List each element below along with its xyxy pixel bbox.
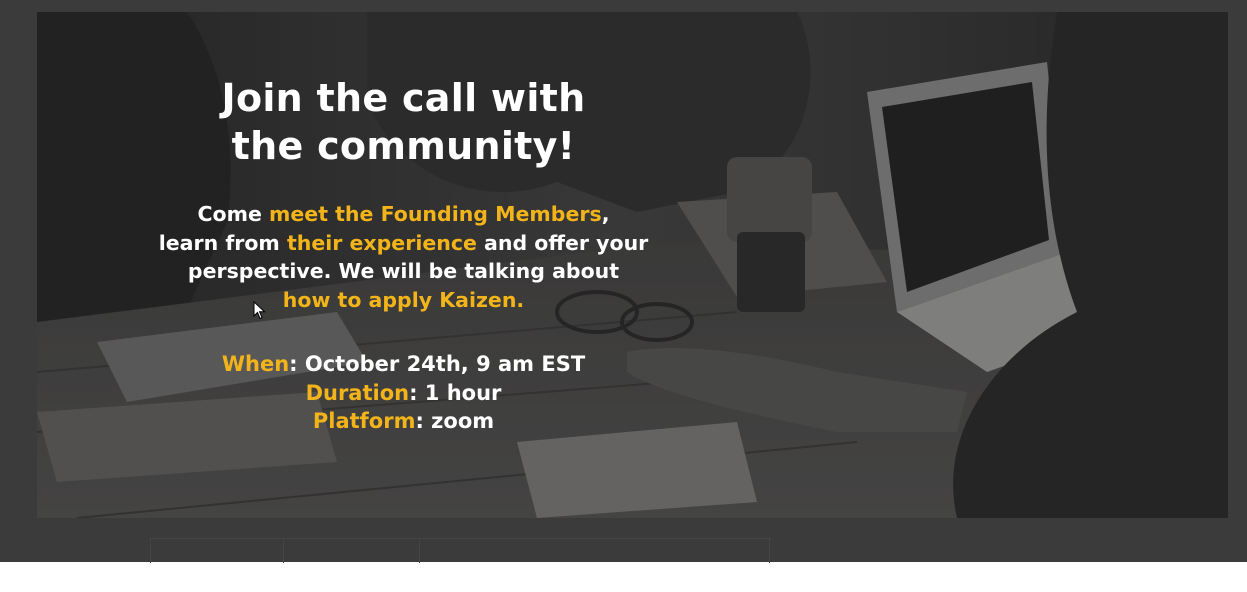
mouse-pointer-icon — [253, 301, 266, 320]
description-line-3: perspective. We will be talking about — [187, 259, 620, 283]
event-when-row: When: October 24th, 9 am EST — [127, 350, 680, 379]
event-duration-row: Duration: 1 hour — [127, 379, 680, 408]
faded-tab-strip — [150, 538, 771, 563]
platform-value: : zoom — [415, 409, 495, 433]
when-label: When — [221, 352, 290, 376]
when-value: : October 24th, 9 am EST — [289, 352, 586, 376]
highlight-kaizen: how to apply Kaizen. — [282, 287, 525, 312]
banner-description: Come meet the Founding Members, learn fr… — [127, 200, 680, 314]
event-platform-row: Platform: zoom — [127, 407, 680, 436]
description-text: and offer your — [476, 230, 649, 255]
banner-headline: Join the call with the community! — [127, 74, 680, 170]
description-text: Come — [197, 202, 270, 226]
highlight-their-experience: their experience — [286, 230, 477, 255]
community-call-banner: Join the call with the community! Come m… — [37, 12, 1228, 518]
description-line-2: learn from their experience and offer yo… — [127, 229, 680, 258]
description-line-1: Come meet the Founding Members, — [127, 200, 680, 229]
duration-value: : 1 hour — [409, 380, 502, 405]
banner-text-block: Join the call with the community! Come m… — [127, 74, 680, 436]
headline-line-1: Join the call with — [221, 76, 586, 120]
platform-label: Platform — [312, 409, 416, 433]
description-text: , — [601, 202, 610, 226]
headline-line-2: the community! — [231, 124, 576, 168]
description-text: learn from — [158, 230, 287, 255]
event-details: When: October 24th, 9 am EST Duration: 1… — [127, 350, 680, 436]
highlight-founding-members: meet the Founding Members — [269, 202, 602, 226]
duration-label: Duration — [305, 380, 410, 405]
